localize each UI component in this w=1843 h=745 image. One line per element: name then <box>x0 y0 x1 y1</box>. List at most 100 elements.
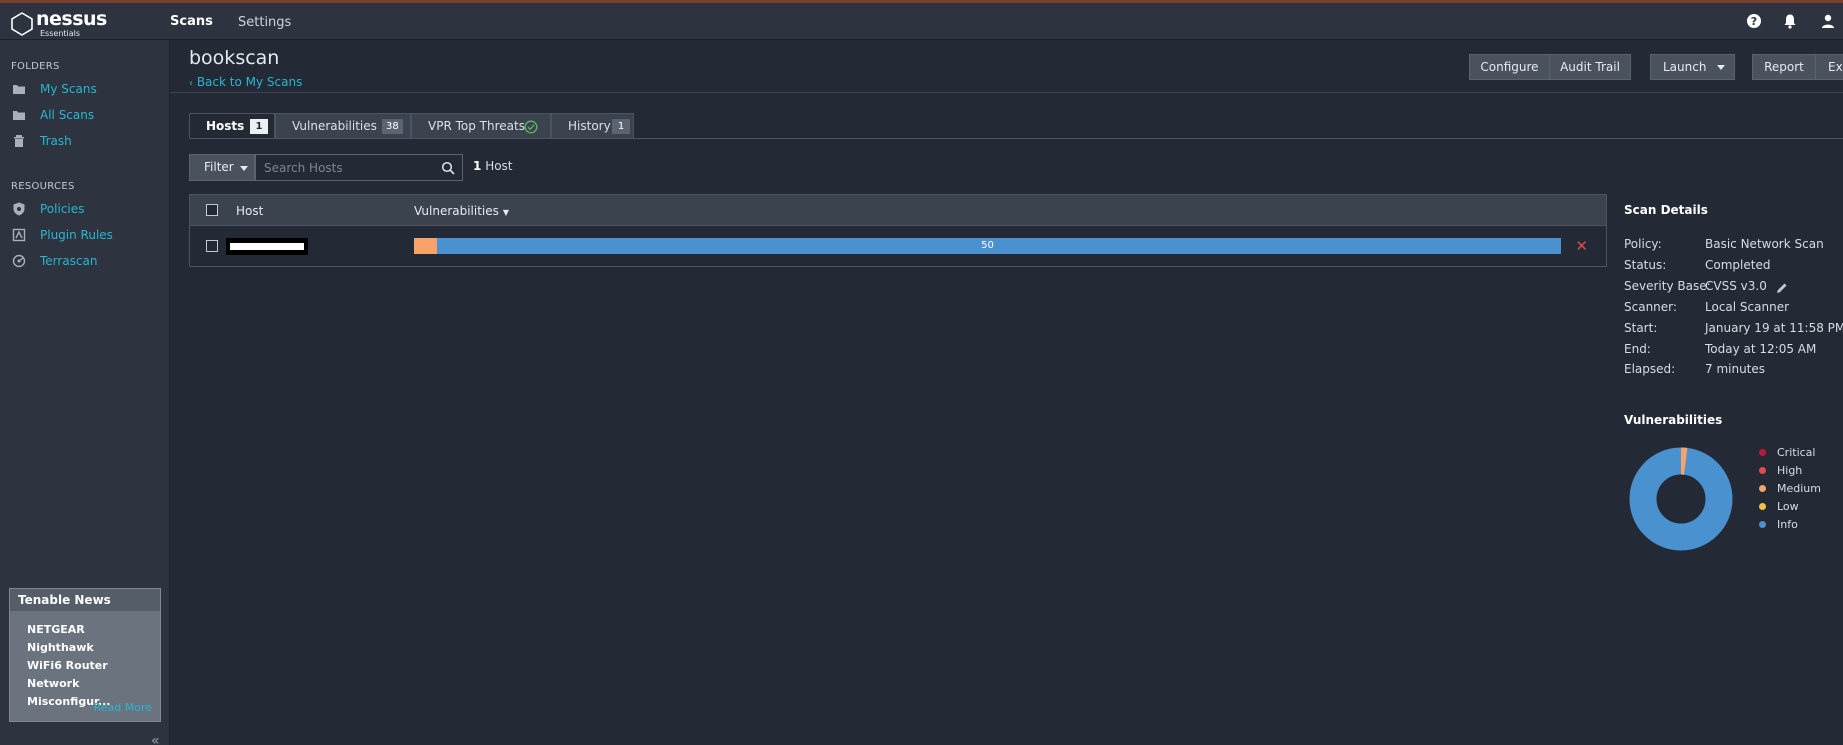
tab-label: Hosts <box>206 119 245 133</box>
host-count: 1 Host <box>473 159 513 173</box>
folder-icon <box>13 111 25 120</box>
detail-value: 7 minutes <box>1705 362 1766 376</box>
detail-value: Today at 12:05 AM <box>1705 342 1817 356</box>
tab-history[interactable]: History 1 <box>551 113 634 139</box>
detail-key: Scanner: <box>1624 300 1677 314</box>
table-header: Host Vulnerabilities ▼ <box>190 195 1606 226</box>
detail-status: Status: Completed <box>1624 258 1843 274</box>
sidebar-item-all-scans[interactable]: All Scans <box>12 106 162 126</box>
detail-value: January 19 at 11:58 PM <box>1705 321 1843 335</box>
top-bar: nessus Essentials Scans Settings ? <box>0 3 1843 40</box>
tab-vpr-top-threats[interactable]: VPR Top Threats <box>411 113 551 139</box>
detail-elapsed: Elapsed: 7 minutes <box>1624 362 1843 378</box>
vulnerabilities-donut-chart[interactable] <box>1626 444 1736 554</box>
detail-key: Elapsed: <box>1624 362 1676 376</box>
tab-badge: 1 <box>612 119 630 134</box>
nessus-logo[interactable]: nessus Essentials <box>10 8 120 38</box>
news-line: Network <box>27 677 80 690</box>
legend-low: Low <box>1759 500 1839 514</box>
hexagon-logo-icon <box>11 12 33 36</box>
detail-key: Start: <box>1624 321 1658 335</box>
sidebar-item-my-scans[interactable]: My Scans <box>12 80 162 100</box>
column-header-vulnerabilities[interactable]: Vulnerabilities ▼ <box>414 204 509 218</box>
bell-icon[interactable] <box>1782 13 1798 29</box>
sidebar-item-label: Policies <box>40 202 85 216</box>
detail-end: End: Today at 12:05 AM <box>1624 342 1843 358</box>
audit-trail-button[interactable]: Audit Trail <box>1549 54 1631 80</box>
folder-icon <box>13 85 25 94</box>
page-title: bookscan <box>189 47 280 69</box>
sidebar: FOLDERS My Scans All Scans Trash RESOURC… <box>0 40 170 745</box>
nav-settings[interactable]: Settings <box>238 15 291 30</box>
sidebar-item-plugin-rules[interactable]: Plugin Rules <box>12 226 162 246</box>
row-checkbox[interactable] <box>206 240 218 252</box>
table-row[interactable]: 50 ✕ <box>190 226 1606 267</box>
tabs-underline <box>189 138 1843 139</box>
tab-badge: 38 <box>382 119 403 134</box>
legend-dot-high <box>1759 467 1766 474</box>
logo-name: nessus <box>36 8 107 30</box>
sidebar-item-policies[interactable]: Policies <box>12 200 162 220</box>
tab-label: Vulnerabilities <box>292 119 377 133</box>
filter-label: Filter <box>204 160 234 174</box>
search-icon[interactable] <box>441 161 455 175</box>
launch-button[interactable]: Launch <box>1650 54 1735 80</box>
legend-critical: Critical <box>1759 446 1839 460</box>
host-name-redacted[interactable] <box>226 238 308 255</box>
tab-label: VPR Top Threats <box>428 119 525 133</box>
legend-dot-medium <box>1759 485 1766 492</box>
column-header-host[interactable]: Host <box>236 204 263 218</box>
legend-high: High <box>1759 464 1839 478</box>
user-icon[interactable] <box>1820 13 1836 29</box>
detail-scanner: Scanner: Local Scanner <box>1624 300 1843 316</box>
shield-icon <box>13 202 25 216</box>
filter-button[interactable]: Filter <box>189 154 255 181</box>
header-divider <box>170 92 1843 93</box>
read-more-link[interactable]: Read More <box>94 701 152 714</box>
legend-dot-info <box>1759 521 1766 528</box>
configure-button[interactable]: Configure <box>1469 54 1550 80</box>
hosts-table: Host Vulnerabilities ▼ 50 ✕ <box>189 194 1607 267</box>
detail-key: Policy: <box>1624 237 1662 251</box>
sidebar-item-terrascan[interactable]: Terrascan <box>12 252 162 272</box>
detail-policy: Policy: Basic Network Scan <box>1624 237 1843 253</box>
vulnerability-bar[interactable]: 50 <box>414 238 1561 254</box>
host-count-number: 1 <box>473 159 482 173</box>
sidebar-item-label: Terrascan <box>40 254 98 268</box>
legend-dot-low <box>1759 503 1766 510</box>
scan-details-title: Scan Details <box>1624 203 1708 217</box>
tab-hosts[interactable]: Hosts 1 <box>189 113 275 139</box>
vulnerabilities-chart-title: Vulnerabilities <box>1624 413 1723 427</box>
legend-label: Low <box>1777 500 1799 513</box>
detail-value: Basic Network Scan <box>1705 237 1824 251</box>
trash-icon <box>14 135 24 147</box>
legend-label: High <box>1777 464 1803 477</box>
logo-edition: Essentials <box>40 29 81 38</box>
legend-dot-critical <box>1759 449 1766 456</box>
report-button[interactable]: Report <box>1752 54 1816 80</box>
detail-severity-base: Severity Base: CVSS v3.0 <box>1624 279 1843 295</box>
tab-vulnerabilities[interactable]: Vulnerabilities 38 <box>275 113 411 139</box>
svg-text:?: ? <box>1751 15 1757 28</box>
back-to-my-scans-link[interactable]: ‹ Back to My Scans <box>189 75 302 89</box>
pencil-edit-icon[interactable] <box>1776 282 1788 294</box>
sidebar-item-trash[interactable]: Trash <box>12 132 162 152</box>
search-box <box>255 154 463 181</box>
remove-host-icon[interactable]: ✕ <box>1575 238 1588 254</box>
nav-scans[interactable]: Scans <box>170 14 213 29</box>
legend-medium: Medium <box>1759 482 1839 496</box>
legend-info: Info <box>1759 518 1839 532</box>
collapse-sidebar-icon[interactable]: « <box>151 733 160 745</box>
export-button[interactable]: Ex <box>1815 54 1843 80</box>
sidebar-item-label: Plugin Rules <box>40 228 113 242</box>
news-line: WiFi6 Router <box>27 659 108 672</box>
select-all-checkbox[interactable] <box>206 204 218 216</box>
launch-label: Launch <box>1663 60 1707 74</box>
sort-desc-icon: ▼ <box>502 208 510 217</box>
news-line: NETGEAR Nighthawk <box>27 623 94 654</box>
legend-label: Medium <box>1777 482 1821 495</box>
news-headline[interactable]: NETGEAR Nighthawk WiFi6 Router Network M… <box>10 611 160 711</box>
detail-start: Start: January 19 at 11:58 PM <box>1624 321 1843 337</box>
search-hosts-input[interactable] <box>264 159 434 177</box>
help-icon[interactable]: ? <box>1746 13 1762 29</box>
